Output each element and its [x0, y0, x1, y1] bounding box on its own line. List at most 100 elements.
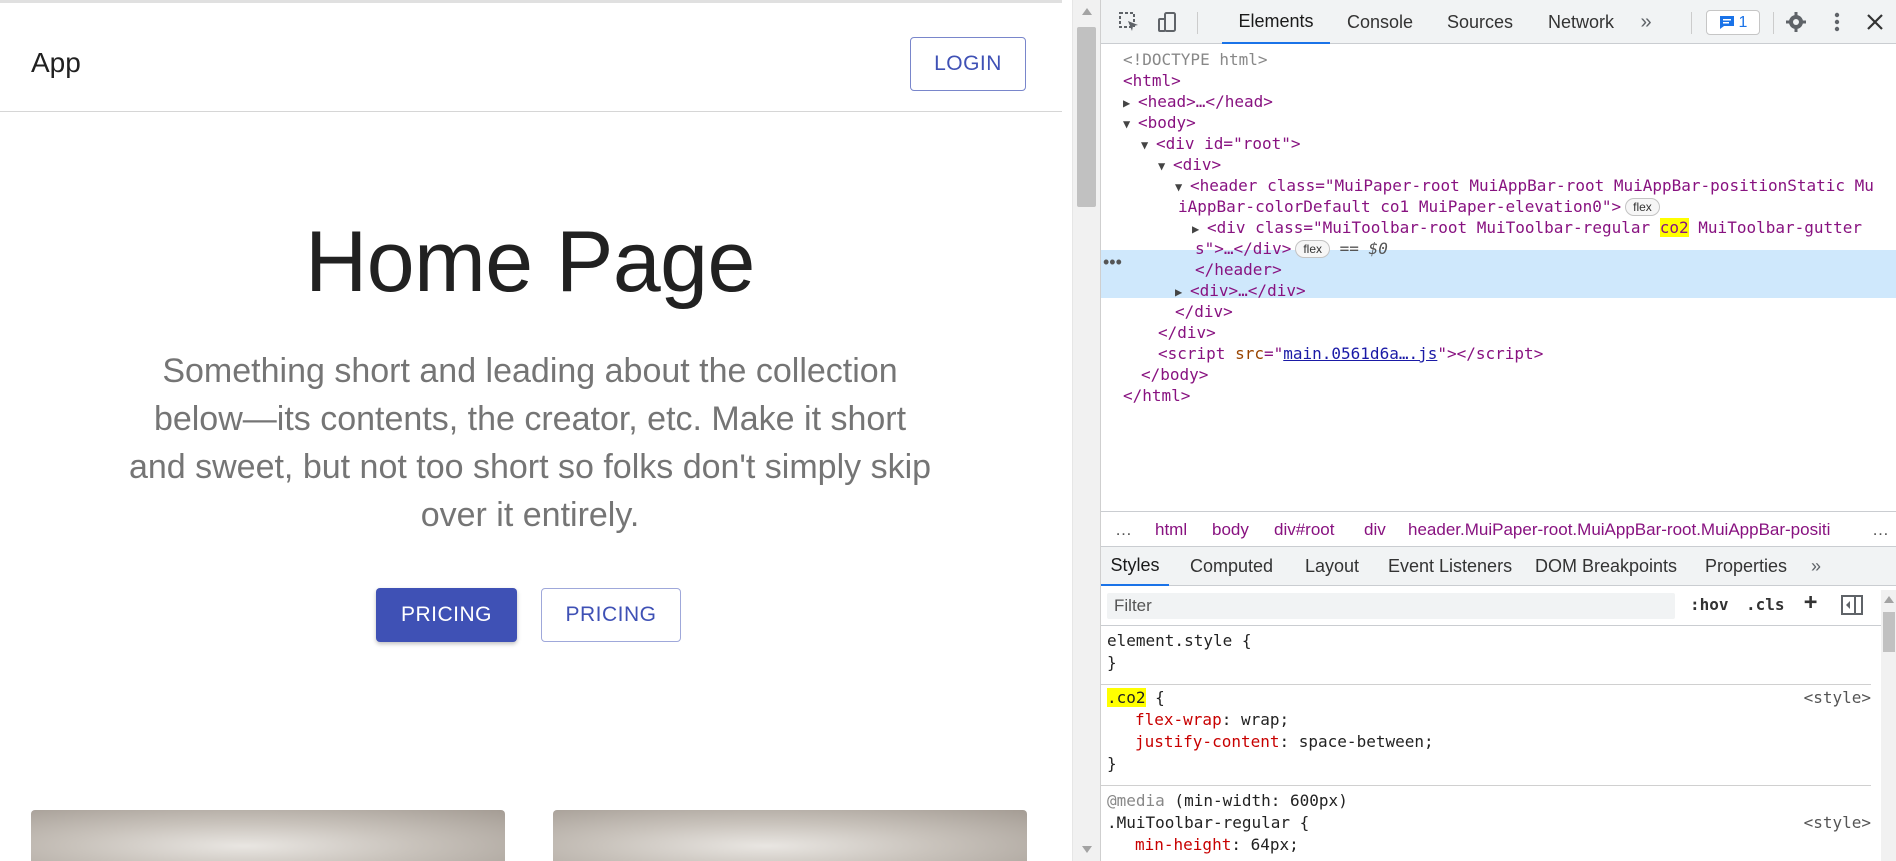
- pricing-outlined-button[interactable]: PRICING: [541, 588, 681, 642]
- pricing-primary-button[interactable]: PRICING: [376, 588, 517, 642]
- scroll-up-arrow-icon[interactable]: [1082, 8, 1092, 15]
- tab-properties[interactable]: Properties: [1705, 547, 1787, 586]
- styles-filter-input[interactable]: [1107, 593, 1675, 619]
- style-source-link[interactable]: <style>: [1804, 812, 1871, 834]
- collapse-triangle-icon[interactable]: ▼: [1141, 134, 1156, 156]
- dom-node[interactable]: </header>: [1101, 259, 1896, 281]
- dom-node-selected-wrap[interactable]: s">…</div> flex == $0: [1101, 238, 1896, 260]
- dom-node[interactable]: <html>: [1101, 70, 1896, 92]
- toolbar-divider: [1197, 12, 1198, 34]
- scroll-down-arrow-icon[interactable]: [1082, 846, 1092, 853]
- flex-badge[interactable]: flex: [1295, 240, 1331, 258]
- expand-triangle-icon[interactable]: ▶: [1192, 218, 1207, 240]
- expand-triangle-icon[interactable]: ▶: [1123, 92, 1138, 114]
- dom-node[interactable]: ▶ <head>…</head>: [1101, 91, 1896, 113]
- tab-layout[interactable]: Layout: [1305, 547, 1359, 586]
- dom-node-header-wrap[interactable]: iAppBar-colorDefault co1 MuiPaper-elevat…: [1101, 196, 1896, 218]
- page-scrollbar[interactable]: [1072, 0, 1100, 861]
- hero-title: Home Page: [305, 214, 755, 310]
- dom-node[interactable]: ▼ <body>: [1101, 112, 1896, 134]
- toolbar-regular-selector[interactable]: .MuiToolbar-regular {: [1107, 812, 1309, 834]
- styles-filter-row: :hov .cls +: [1101, 586, 1896, 626]
- tab-dom-breakpoints[interactable]: DOM Breakpoints: [1535, 547, 1677, 586]
- co2-rule-selector[interactable]: .co2 {: [1107, 687, 1165, 709]
- styles-scrollbar[interactable]: [1881, 590, 1896, 861]
- sidebar-pane-tabs: Styles Computed Layout Event Listeners D…: [1101, 547, 1896, 586]
- scrollbar-thumb[interactable]: [1077, 27, 1096, 207]
- new-style-rule-plus-icon[interactable]: +: [1804, 590, 1817, 615]
- selected-node-marker: == $0: [1339, 239, 1388, 258]
- dom-node[interactable]: ▶ <div>…</div>: [1101, 280, 1896, 302]
- dom-tree: ••• <!DOCTYPE html> <html> ▶ <head>…</hea…: [1101, 45, 1896, 510]
- scroll-up-arrow-icon[interactable]: [1884, 596, 1894, 603]
- hover-state-toggle[interactable]: :hov: [1690, 595, 1729, 614]
- collapse-triangle-icon[interactable]: ▼: [1123, 113, 1138, 135]
- tab-computed[interactable]: Computed: [1190, 547, 1273, 586]
- dom-node[interactable]: </body>: [1101, 364, 1896, 386]
- collapse-triangle-icon[interactable]: ▼: [1158, 155, 1173, 177]
- dom-node[interactable]: <!DOCTYPE html>: [1101, 49, 1896, 71]
- script-src-link[interactable]: main.0561d6a….js: [1283, 344, 1437, 363]
- dom-node-header[interactable]: ▼ <header class="MuiPaper-root MuiAppBar-…: [1101, 175, 1896, 197]
- element-style-rule[interactable]: element.style {: [1107, 630, 1252, 652]
- breadcrumb-overflow-icon[interactable]: …: [1115, 520, 1132, 540]
- style-source-link[interactable]: <style>: [1804, 687, 1871, 709]
- issues-button[interactable]: 1: [1706, 10, 1760, 35]
- inspect-element-icon[interactable]: [1117, 10, 1141, 34]
- dom-node[interactable]: </div>: [1101, 322, 1896, 344]
- breadcrumb-header[interactable]: header.MuiPaper-root.MuiAppBar-root.MuiA…: [1408, 520, 1830, 540]
- expand-triangle-icon[interactable]: ▶: [1175, 281, 1190, 303]
- tab-sources[interactable]: Sources: [1430, 0, 1530, 44]
- breadcrumb-more-icon[interactable]: …: [1872, 520, 1889, 540]
- dom-node[interactable]: <script src="main.0561d6a….js"></script>: [1101, 343, 1896, 365]
- toolbar-divider: [1773, 12, 1774, 34]
- css-declaration[interactable]: flex-wrap: wrap;: [1135, 709, 1289, 731]
- toggle-sidebar-icon[interactable]: [1841, 595, 1863, 620]
- rule-close-brace: }: [1107, 653, 1117, 672]
- tab-console[interactable]: Console: [1330, 0, 1430, 44]
- css-declaration[interactable]: min-height: 64px;: [1135, 834, 1299, 856]
- tab-event-listeners[interactable]: Event Listeners: [1388, 547, 1512, 586]
- styles-rules: element.style { } .co2 { <style> flex-wr…: [1101, 627, 1871, 861]
- devtools-panel: Elements Console Sources Network » 1 •••…: [1100, 0, 1896, 861]
- card-image[interactable]: [31, 810, 505, 861]
- more-pane-tabs-chevron-icon[interactable]: »: [1811, 547, 1821, 586]
- breadcrumb: … html body div#root div header.MuiPaper…: [1101, 511, 1896, 547]
- breadcrumb-div-root[interactable]: div#root: [1274, 520, 1334, 540]
- rule-divider: [1101, 684, 1871, 685]
- media-query: @media (min-width: 600px): [1107, 791, 1348, 810]
- issues-count: 1: [1738, 13, 1748, 31]
- breadcrumb-div[interactable]: div: [1364, 520, 1386, 540]
- tab-network[interactable]: Network: [1531, 0, 1631, 44]
- flex-badge[interactable]: flex: [1625, 198, 1660, 216]
- scrollbar-thumb[interactable]: [1883, 612, 1895, 652]
- css-declaration[interactable]: justify-content: space-between;: [1135, 731, 1434, 753]
- toolbar-divider: [1691, 12, 1692, 34]
- app-bar: App LOGIN: [0, 3, 1062, 112]
- class-toggle[interactable]: .cls: [1746, 595, 1785, 614]
- close-icon[interactable]: [1863, 10, 1887, 34]
- login-button[interactable]: LOGIN: [910, 37, 1026, 91]
- device-toggle-icon[interactable]: [1155, 10, 1179, 34]
- search-highlight: .co2: [1107, 688, 1146, 707]
- hero-subtitle: Something short and leading about the co…: [128, 352, 932, 534]
- settings-gear-icon[interactable]: [1784, 10, 1808, 34]
- dom-node[interactable]: ▼ <div>: [1101, 154, 1896, 176]
- collapse-triangle-icon[interactable]: ▼: [1175, 176, 1190, 198]
- breadcrumb-html[interactable]: html: [1155, 520, 1187, 540]
- dom-node[interactable]: ▼ <div id="root">: [1101, 133, 1896, 155]
- hero-buttons: PRICING PRICING: [376, 588, 681, 642]
- dom-node-selected[interactable]: ▶ <div class="MuiToolbar-root MuiToolbar-…: [1101, 217, 1896, 239]
- search-highlight: co2: [1659, 218, 1689, 237]
- tab-elements[interactable]: Elements: [1222, 0, 1330, 44]
- tab-styles[interactable]: Styles: [1101, 547, 1169, 586]
- breadcrumb-body[interactable]: body: [1212, 520, 1249, 540]
- dom-node[interactable]: </div>: [1101, 301, 1896, 323]
- app-title: App: [31, 47, 81, 78]
- devtools-toolbar: Elements Console Sources Network » 1: [1101, 0, 1896, 44]
- rule-close-brace: }: [1107, 754, 1117, 773]
- more-options-kebab-icon[interactable]: [1825, 10, 1849, 34]
- card-image[interactable]: [553, 810, 1027, 861]
- dom-node[interactable]: </html>: [1101, 385, 1896, 407]
- more-tabs-chevron-icon[interactable]: »: [1626, 0, 1666, 44]
